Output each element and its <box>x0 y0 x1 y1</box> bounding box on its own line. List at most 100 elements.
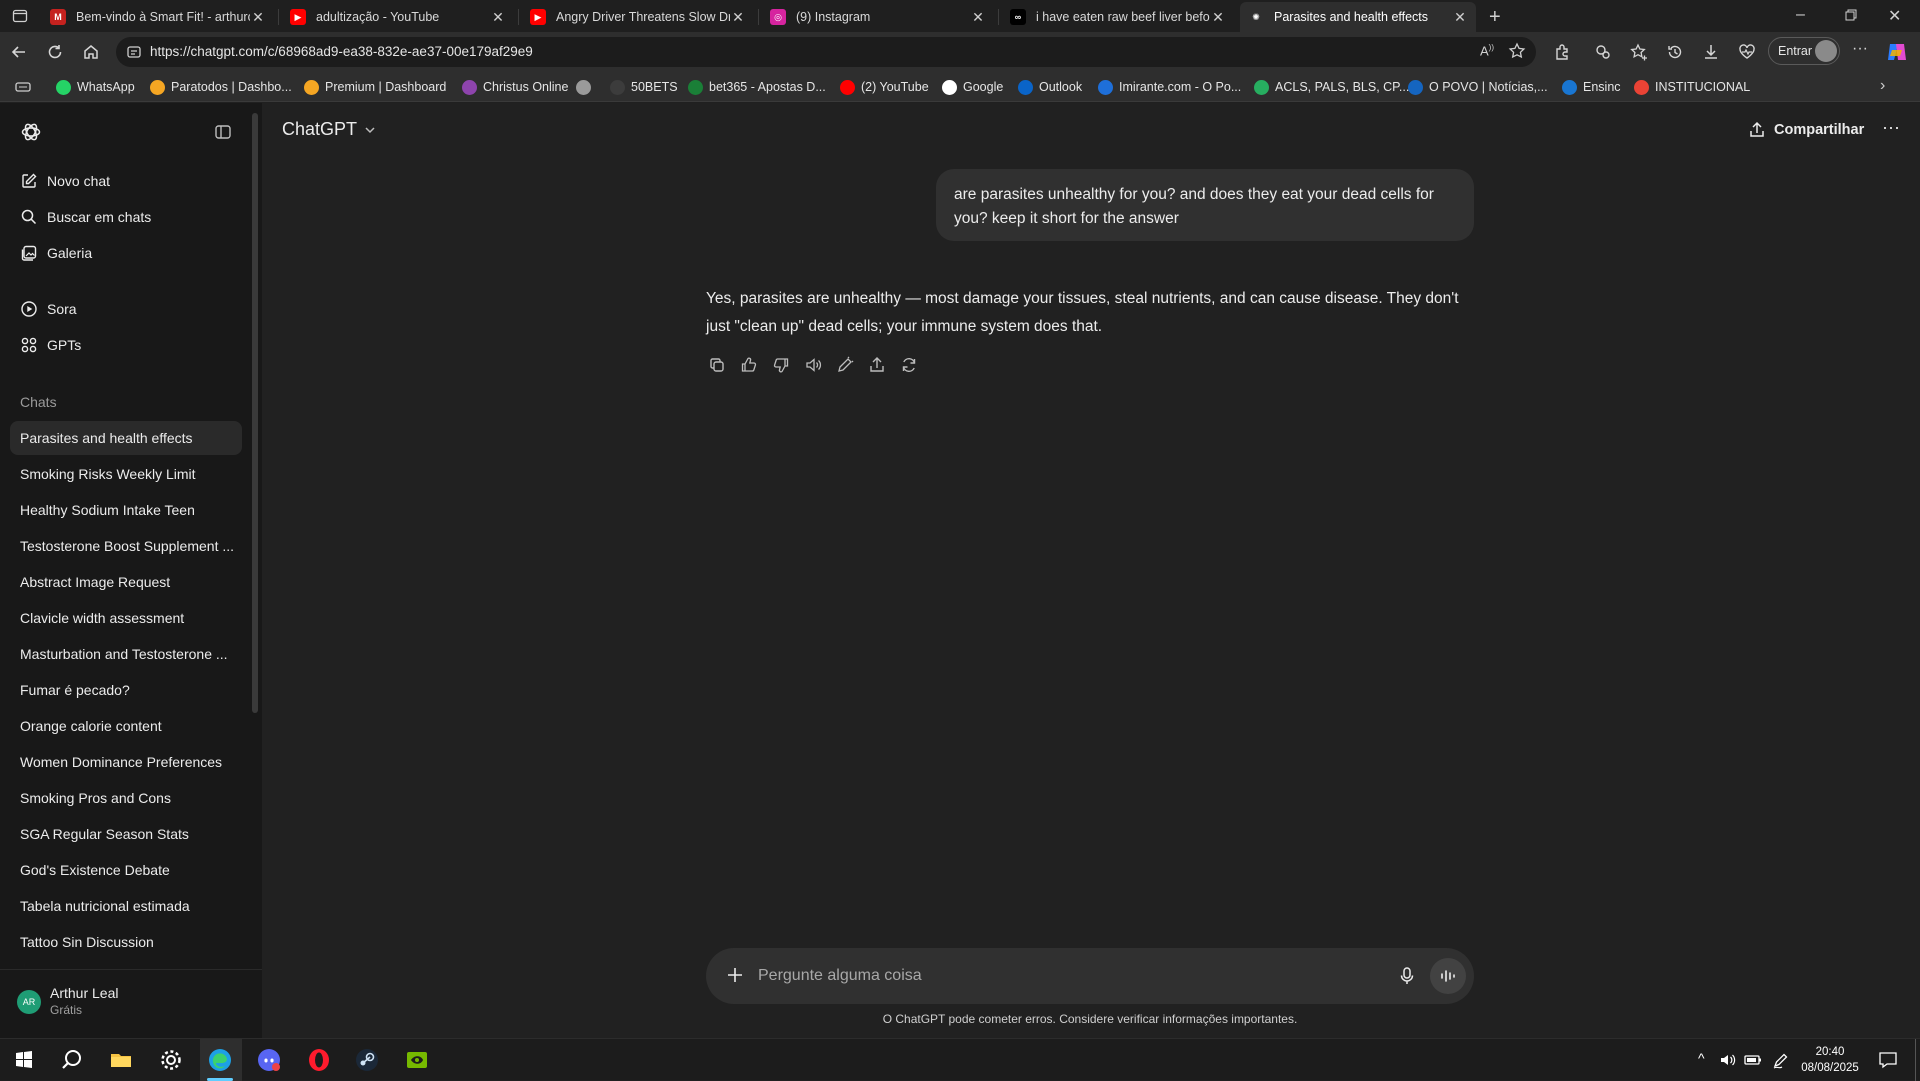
copilot-icon[interactable] <box>1886 42 1908 62</box>
bookmark-item[interactable]: Imirante.com - O Po... <box>1098 78 1241 96</box>
battery-icon[interactable] <box>1744 1052 1762 1068</box>
url-text[interactable]: https://chatgpt.com/c/68968ad9-ea38-832e… <box>150 44 533 59</box>
close-tab-icon[interactable]: ✕ <box>250 9 266 26</box>
user-profile-button[interactable]: AR Arthur Leal Grátis <box>0 969 262 1038</box>
close-tab-icon[interactable]: ✕ <box>730 9 746 26</box>
site-info-icon[interactable] <box>126 44 142 60</box>
new-tab-button[interactable]: + <box>1489 6 1501 29</box>
chatgpt-logo-icon[interactable] <box>20 121 42 143</box>
chat-history-item[interactable]: Parasites and health effects <box>10 421 242 455</box>
file-explorer-icon[interactable] <box>108 1047 134 1073</box>
bookmark-item[interactable]: 50BETS <box>610 78 678 96</box>
chat-history-item[interactable]: Testosterone Boost Supplement ... <box>10 529 242 563</box>
restore-button[interactable] <box>1845 9 1857 21</box>
thumbs-down-button[interactable] <box>770 354 792 376</box>
history-icon[interactable] <box>1666 43 1684 61</box>
share-button[interactable]: Compartilhar <box>1748 121 1864 139</box>
pen-workspace-icon[interactable] <box>1772 1051 1790 1069</box>
bookmark-item[interactable]: Christus Online <box>462 78 568 96</box>
chat-history-item[interactable]: Healthy Sodium Intake Teen <box>10 493 242 527</box>
browser-tab[interactable]: M Bem-vindo à Smart Fit! - arthurca ✕ <box>42 2 274 32</box>
favorite-star-icon[interactable] <box>1508 42 1526 60</box>
bookmark-item[interactable] <box>576 78 597 96</box>
browser-tab[interactable]: ✺ Parasites and health effects ✕ <box>1240 2 1476 32</box>
favorites-icon[interactable] <box>1630 43 1648 61</box>
edge-browser-icon[interactable] <box>207 1047 233 1073</box>
gallery-button[interactable]: Galeria <box>20 242 92 264</box>
volume-icon[interactable] <box>1719 1051 1737 1069</box>
show-hidden-icons-chevron-icon[interactable]: ^ <box>1698 1050 1705 1066</box>
clock[interactable]: 20:40 08/08/2025 <box>1800 1044 1860 1076</box>
bookmark-item[interactable]: Paratodos | Dashbo... <box>150 78 292 96</box>
chat-history-item[interactable]: SGA Regular Season Stats <box>10 817 242 851</box>
regenerate-button[interactable] <box>898 354 920 376</box>
conversation-options-icon[interactable]: ··· <box>1882 117 1900 138</box>
close-tab-icon[interactable]: ✕ <box>1452 9 1468 26</box>
health-heart-icon[interactable] <box>1738 43 1756 61</box>
downloads-icon[interactable] <box>1702 43 1720 61</box>
bookmark-item[interactable]: O POVO | Notícias,... <box>1408 78 1548 96</box>
voice-mode-button[interactable] <box>1430 958 1466 994</box>
search-chats-button[interactable]: Buscar em chats <box>20 206 151 228</box>
bookmark-item[interactable]: WhatsApp <box>56 78 135 96</box>
chat-history-item[interactable]: Masturbation and Testosterone ... <box>10 637 242 671</box>
windows-start-icon[interactable] <box>11 1047 37 1073</box>
close-sidebar-icon[interactable] <box>213 122 233 142</box>
edit-in-canvas-button[interactable] <box>834 354 856 376</box>
close-tab-icon[interactable]: ✕ <box>970 9 986 26</box>
extensions-icon[interactable] <box>1553 43 1571 61</box>
bookmark-item[interactable]: Google <box>942 78 1003 96</box>
browser-tab[interactable]: ▶ adultização - YouTube ✕ <box>282 2 514 32</box>
show-desktop-button[interactable] <box>1915 1039 1916 1081</box>
new-chat-button[interactable]: Novo chat <box>20 170 110 192</box>
chat-history-item[interactable]: God's Existence Debate <box>10 853 242 887</box>
model-selector[interactable]: ChatGPT <box>282 119 377 140</box>
url-bar[interactable]: https://chatgpt.com/c/68968ad9-ea38-832e… <box>116 37 1536 67</box>
chat-history-item[interactable]: Orange calorie content <box>10 709 242 743</box>
browser-tab[interactable]: ▶ Angry Driver Threatens Slow Driv ✕ <box>522 2 754 32</box>
search-icon[interactable] <box>59 1047 85 1073</box>
dictate-button[interactable] <box>1398 966 1416 986</box>
discord-icon[interactable] <box>256 1047 282 1073</box>
browser-essentials-icon[interactable] <box>1594 43 1612 61</box>
collections-icon[interactable] <box>14 79 32 95</box>
steam-icon[interactable] <box>354 1047 380 1073</box>
browser-tab[interactable]: ∞ i have eaten raw beef liver before ✕ <box>1002 2 1234 32</box>
bookmark-item[interactable]: Outlook <box>1018 78 1082 96</box>
home-icon[interactable] <box>82 43 100 61</box>
chat-history-item[interactable]: Women Dominance Preferences <box>10 745 242 779</box>
close-window-button[interactable]: ✕ <box>1888 6 1901 26</box>
back-icon[interactable] <box>10 43 28 61</box>
browser-tab[interactable]: ◎ (9) Instagram ✕ <box>762 2 994 32</box>
nvidia-icon[interactable] <box>404 1047 430 1073</box>
thumbs-up-button[interactable] <box>738 354 760 376</box>
prompt-input[interactable] <box>758 963 1358 989</box>
close-tab-icon[interactable]: ✕ <box>1210 9 1226 26</box>
opera-icon[interactable] <box>306 1047 332 1073</box>
minimize-button[interactable]: – <box>1796 6 1805 24</box>
tab-actions-icon[interactable] <box>12 8 28 24</box>
chat-history-item[interactable]: Abstract Image Request <box>10 565 242 599</box>
gpts-button[interactable]: GPTs <box>20 334 81 356</box>
bookmark-item[interactable]: (2) YouTube <box>840 78 929 96</box>
refresh-icon[interactable] <box>46 43 64 61</box>
more-bookmarks-chevron-icon[interactable]: › <box>1880 77 1885 95</box>
settings-gear-icon[interactable] <box>158 1047 184 1073</box>
close-tab-icon[interactable]: ✕ <box>490 9 506 26</box>
copy-button[interactable] <box>706 354 728 376</box>
bookmark-item[interactable]: INSTITUCIONAL <box>1634 78 1750 96</box>
chat-history-item[interactable]: Tattoo Sin Discussion <box>10 925 242 959</box>
share-message-button[interactable] <box>866 354 888 376</box>
sidebar-scrollbar[interactable] <box>252 113 258 713</box>
bookmark-item[interactable]: Premium | Dashboard <box>304 78 446 96</box>
more-options-icon[interactable]: ··· <box>1852 40 1868 58</box>
sign-in-button[interactable]: Entrar <box>1768 37 1840 65</box>
bookmark-item[interactable]: ACLS, PALS, BLS, CP... <box>1254 78 1409 96</box>
add-attachment-button[interactable] <box>724 964 746 986</box>
chat-history-item[interactable]: Clavicle width assessment <box>10 601 242 635</box>
chat-history-item[interactable]: Fumar é pecado? <box>10 673 242 707</box>
chat-history-item[interactable]: Tabela nutricional estimada <box>10 889 242 923</box>
sora-button[interactable]: Sora <box>20 298 77 320</box>
chat-history-item[interactable]: Smoking Risks Weekly Limit <box>10 457 242 491</box>
bookmark-item[interactable]: bet365 - Apostas D... <box>688 78 826 96</box>
